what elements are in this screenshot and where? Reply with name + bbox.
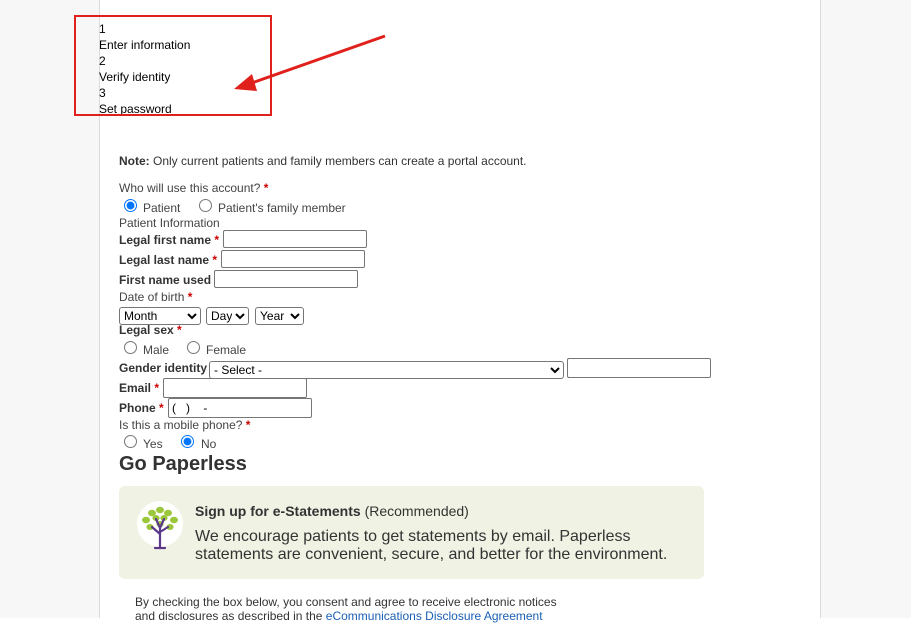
note-prefix: Note:: [119, 154, 150, 168]
mobile-yes-radio[interactable]: [124, 435, 137, 448]
last-name-input[interactable]: [221, 250, 365, 268]
male-radio-label: Male: [143, 343, 170, 357]
dob-day-select[interactable]: Day: [206, 307, 249, 325]
required-mark: *: [187, 290, 193, 304]
required-mark: *: [154, 381, 160, 395]
female-radio[interactable]: [187, 341, 200, 354]
go-paperless-heading: Go Paperless: [119, 453, 247, 475]
required-mark: *: [214, 233, 220, 247]
family-member-radio[interactable]: [199, 199, 212, 212]
note-text: Note: Only current patients and family m…: [119, 154, 527, 168]
gender-identity-other-input[interactable]: [567, 358, 711, 378]
required-mark: *: [263, 181, 269, 195]
mobile-yes-label: Yes: [143, 437, 163, 451]
patient-radio-label: Patient: [143, 201, 181, 215]
dob-year-select[interactable]: Year: [255, 307, 304, 325]
female-radio-label: Female: [206, 343, 247, 357]
promo-title-bold: Sign up for e-Statements: [195, 503, 361, 519]
male-radio[interactable]: [124, 341, 137, 354]
required-mark: *: [177, 323, 182, 337]
mobile-no-label: No: [201, 437, 217, 451]
note-body: Only current patients and family members…: [149, 154, 527, 168]
tree-icon: [137, 501, 183, 550]
email-input[interactable]: [163, 378, 307, 398]
gender-identity-select[interactable]: - Select -: [209, 361, 564, 379]
dob-label: Date of birth *: [119, 290, 192, 304]
ecommunications-agreement-link[interactable]: eCommunications Disclosure Agreement: [326, 609, 543, 623]
first-name-used-label: First name used: [119, 273, 212, 287]
promo-title-rest: (Recommended): [360, 503, 469, 519]
patient-info-heading: Patient Information: [119, 216, 220, 230]
annotation-arrow-icon: [234, 34, 386, 91]
gender-identity-label: Gender identity: [119, 361, 208, 375]
mobile-question: Is this a mobile phone? *: [119, 418, 250, 432]
phone-input[interactable]: [168, 398, 312, 418]
required-mark: *: [159, 401, 164, 415]
dob-label-text: Date of birth: [119, 290, 185, 304]
mobile-no-radio[interactable]: [181, 435, 194, 448]
promo-body: We encourage patients to get statements …: [195, 528, 668, 563]
patient-radio[interactable]: [124, 199, 137, 212]
first-name-input[interactable]: [223, 230, 367, 248]
email-label: Email *: [119, 381, 159, 395]
legal-sex-label-text: Legal sex: [119, 323, 174, 337]
mobile-question-text: Is this a mobile phone?: [119, 418, 243, 432]
last-name-label: Legal last name *: [119, 253, 217, 267]
required-mark: *: [245, 418, 251, 432]
first-name-label: Legal first name *: [119, 233, 219, 247]
account-user-question-text: Who will use this account?: [119, 181, 261, 195]
first-name-used-input[interactable]: [214, 270, 358, 288]
email-label-text: Email: [119, 381, 152, 395]
last-name-label-text: Legal last name: [119, 253, 210, 267]
phone-label-text: Phone: [119, 401, 156, 415]
first-name-label-text: Legal first name: [119, 233, 212, 247]
estatements-promo-card: Sign up for e-Statements (Recommended) W…: [119, 486, 704, 579]
phone-label: Phone *: [119, 401, 164, 415]
promo-title: Sign up for e-Statements (Recommended): [195, 503, 469, 519]
required-mark: *: [212, 253, 218, 267]
consent-text: By checking the box below, you consent a…: [135, 595, 575, 623]
account-user-question: Who will use this account? *: [119, 181, 268, 195]
legal-sex-label: Legal sex *: [119, 323, 182, 337]
family-member-radio-label: Patient's family member: [218, 201, 346, 215]
